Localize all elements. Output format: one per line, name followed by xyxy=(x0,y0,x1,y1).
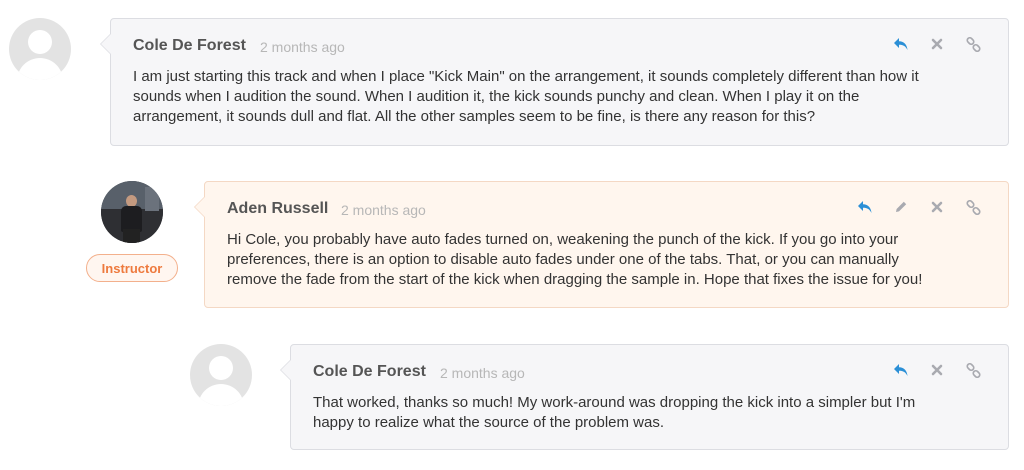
comment-author[interactable]: Cole De Forest xyxy=(313,363,426,381)
comment-time: 2 months ago xyxy=(341,202,426,218)
avatar-default[interactable] xyxy=(9,18,71,80)
link-icon[interactable] xyxy=(964,198,982,216)
avatar-photo[interactable] xyxy=(101,181,163,243)
instructor-badge: Instructor xyxy=(86,254,178,282)
comment-text: I am just starting this track and when I… xyxy=(133,67,919,127)
comment-1: Cole De Forest 2 months ago I am just st… xyxy=(100,18,1009,146)
comment-line: I am just starting this track and when I… xyxy=(133,68,919,85)
reply-icon[interactable] xyxy=(892,361,910,379)
comment-text: That worked, thanks so much! My work-aro… xyxy=(313,393,915,433)
pencil-icon[interactable] xyxy=(892,198,910,216)
comment-time: 2 months ago xyxy=(440,365,525,381)
comment-line: arrangement, it sounds dull and flat. Al… xyxy=(133,108,816,125)
close-icon[interactable] xyxy=(928,35,946,53)
comment-line: preferences, there is an option to disab… xyxy=(227,251,899,268)
avatar-default[interactable] xyxy=(190,344,252,406)
comment-actions xyxy=(856,198,982,216)
comment-line: happy to realize what the source of the … xyxy=(313,414,665,431)
reply-icon[interactable] xyxy=(892,35,910,53)
comment-author[interactable]: Aden Russell xyxy=(227,200,328,218)
comment-author[interactable]: Cole De Forest xyxy=(133,37,246,55)
link-icon[interactable] xyxy=(964,35,982,53)
comment-line: Hi Cole, you probably have auto fades tu… xyxy=(227,231,899,248)
comment-actions xyxy=(892,361,982,379)
link-icon[interactable] xyxy=(964,361,982,379)
close-icon[interactable] xyxy=(928,198,946,216)
comment-line: sounds when I audition the sound. When I… xyxy=(133,88,860,105)
comment-line: remove the fade from the start of the ki… xyxy=(227,271,923,288)
comment-2: Aden Russell 2 months ago Hi Cole, you p… xyxy=(194,181,1009,308)
comment-actions xyxy=(892,35,982,53)
comment-line: That worked, thanks so much! My work-aro… xyxy=(313,394,916,411)
comment-3: Cole De Forest 2 months ago That worked,… xyxy=(280,344,1009,450)
reply-icon[interactable] xyxy=(856,198,874,216)
comment-time: 2 months ago xyxy=(260,39,345,55)
close-icon[interactable] xyxy=(928,361,946,379)
comment-text: Hi Cole, you probably have auto fades tu… xyxy=(227,230,922,290)
